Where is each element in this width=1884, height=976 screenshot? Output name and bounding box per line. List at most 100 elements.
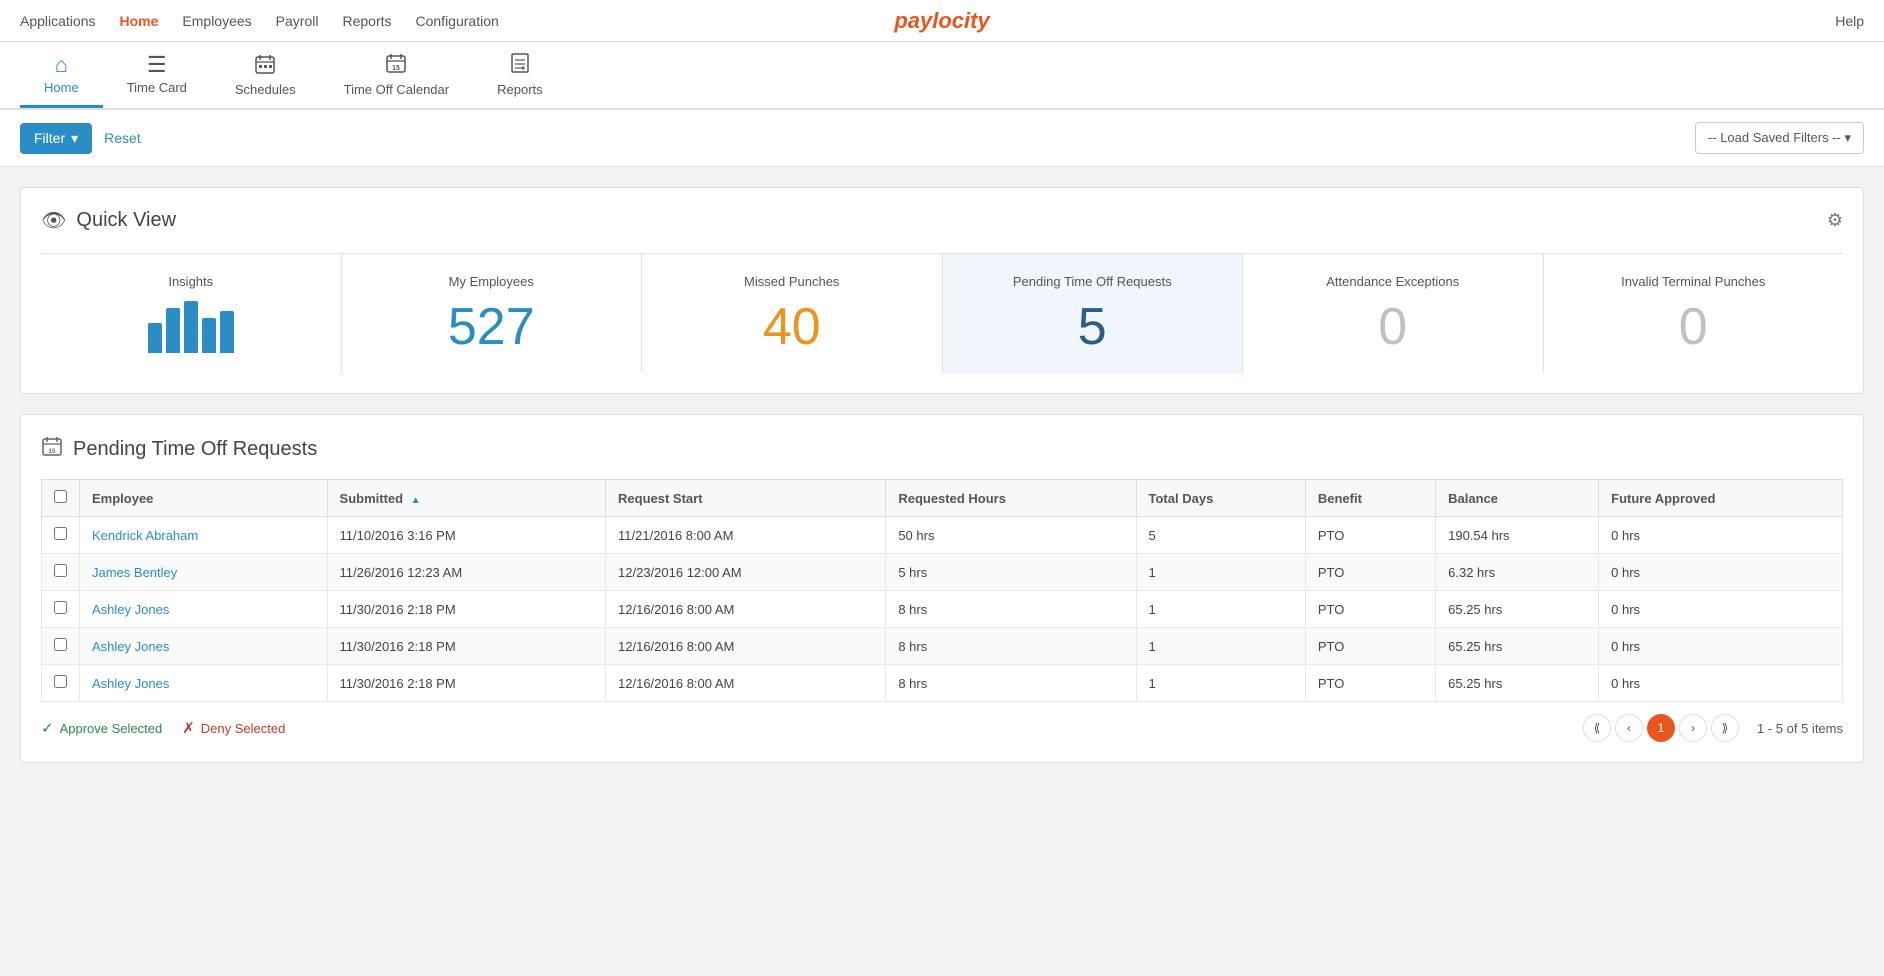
- eye-icon: 👁: [41, 208, 66, 233]
- attendance-exceptions-label: Attendance Exceptions: [1326, 274, 1459, 289]
- missed-punches-label: Missed Punches: [744, 274, 839, 289]
- header-request-start: Request Start: [606, 480, 886, 517]
- nav-applications[interactable]: Applications: [20, 3, 96, 39]
- row-benefit: PTO: [1305, 554, 1435, 591]
- logo: paylocity: [894, 8, 989, 34]
- home-icon: ⌂: [55, 54, 68, 76]
- row-future-approved: 0 hrs: [1599, 554, 1843, 591]
- metric-pending-timeoff[interactable]: Pending Time Off Requests 5: [943, 254, 1244, 373]
- row-checkbox-cell: [42, 628, 80, 665]
- row-employee: Ashley Jones: [80, 591, 328, 628]
- settings-button[interactable]: ⚙: [1827, 210, 1843, 231]
- table-footer-left: ✓ Approve Selected ✗ Deny Selected: [41, 715, 285, 741]
- pagination: ⟪ ‹ 1 › ⟫: [1583, 714, 1739, 742]
- row-checkbox-1[interactable]: [54, 564, 67, 577]
- table-row: Kendrick Abraham 11/10/2016 3:16 PM 11/2…: [42, 517, 1843, 554]
- row-checkbox-cell: [42, 554, 80, 591]
- icon-nav-time-off-calendar[interactable]: 15 Time Off Calendar: [320, 42, 474, 110]
- load-filters-button[interactable]: -- Load Saved Filters -- ▾: [1695, 122, 1864, 154]
- row-submitted: 11/26/2016 12:23 AM: [327, 554, 605, 591]
- icon-nav-time-card[interactable]: ☰ Time Card: [103, 44, 211, 108]
- row-future-approved: 0 hrs: [1599, 591, 1843, 628]
- nav-home[interactable]: Home: [120, 3, 159, 39]
- row-checkbox-4[interactable]: [54, 675, 67, 688]
- reports-icon: [509, 52, 531, 78]
- icon-nav-reports[interactable]: Reports: [473, 42, 567, 110]
- metric-attendance-exceptions[interactable]: Attendance Exceptions 0: [1243, 254, 1544, 373]
- quick-view-title-text: Quick View: [76, 209, 176, 232]
- pagination-first[interactable]: ⟪: [1583, 714, 1611, 742]
- header-requested-hours: Requested Hours: [886, 480, 1136, 517]
- approve-icon: ✓: [41, 719, 54, 737]
- row-checkbox-0[interactable]: [54, 527, 67, 540]
- sort-icon: ▲: [411, 495, 421, 506]
- bar-5: [220, 311, 234, 353]
- table-footer-right: ⟪ ‹ 1 › ⟫ 1 - 5 of 5 items: [1583, 714, 1843, 742]
- reset-button[interactable]: Reset: [104, 130, 141, 146]
- row-balance: 6.32 hrs: [1436, 554, 1599, 591]
- insights-chart: [148, 301, 234, 353]
- icon-nav-timeoff-label: Time Off Calendar: [344, 82, 450, 97]
- row-checkbox-3[interactable]: [54, 638, 67, 651]
- row-balance: 65.25 hrs: [1436, 628, 1599, 665]
- row-total-days: 1: [1136, 628, 1305, 665]
- svg-text:15: 15: [49, 449, 56, 455]
- row-employee: Ashley Jones: [80, 665, 328, 702]
- pending-requests-table: Employee Submitted ▲ Request Start Reque…: [41, 479, 1843, 702]
- filter-label: Filter: [34, 130, 65, 146]
- filter-bar-right: -- Load Saved Filters -- ▾: [1695, 122, 1864, 154]
- help-link[interactable]: Help: [1835, 13, 1864, 29]
- row-benefit: PTO: [1305, 517, 1435, 554]
- metrics-row: Insights My Employees 527 Missed Punches…: [41, 253, 1843, 373]
- row-submitted: 11/10/2016 3:16 PM: [327, 517, 605, 554]
- filter-button[interactable]: Filter ▾: [20, 123, 92, 154]
- employee-link-0[interactable]: Kendrick Abraham: [92, 528, 198, 543]
- row-balance: 65.25 hrs: [1436, 591, 1599, 628]
- deny-icon: ✗: [182, 719, 195, 737]
- pagination-next[interactable]: ›: [1679, 714, 1707, 742]
- pending-calendar-icon: 15: [41, 435, 63, 463]
- employee-link-1[interactable]: James Bentley: [92, 565, 177, 580]
- nav-employees[interactable]: Employees: [182, 3, 251, 39]
- metric-missed-punches[interactable]: Missed Punches 40: [642, 254, 943, 373]
- employee-link-4[interactable]: Ashley Jones: [92, 676, 169, 691]
- logo-text: paylocity: [894, 8, 989, 34]
- approve-selected-button[interactable]: ✓ Approve Selected: [41, 715, 162, 741]
- table-row: Ashley Jones 11/30/2016 2:18 PM 12/16/20…: [42, 591, 1843, 628]
- employee-link-3[interactable]: Ashley Jones: [92, 639, 169, 654]
- quick-view-card: 👁 Quick View ⚙ Insights My Employees: [20, 187, 1864, 394]
- deny-selected-button[interactable]: ✗ Deny Selected: [182, 715, 285, 741]
- metric-invalid-terminal[interactable]: Invalid Terminal Punches 0: [1544, 254, 1844, 373]
- row-requested-hours: 5 hrs: [886, 554, 1136, 591]
- row-checkbox-2[interactable]: [54, 601, 67, 614]
- filter-chevron-icon: ▾: [71, 130, 78, 147]
- row-submitted: 11/30/2016 2:18 PM: [327, 628, 605, 665]
- icon-nav-schedules[interactable]: Schedules: [211, 43, 320, 110]
- select-all-checkbox[interactable]: [54, 490, 67, 503]
- bar-3: [184, 301, 198, 353]
- attendance-exceptions-value: 0: [1378, 301, 1407, 353]
- header-checkbox-col: [42, 480, 80, 517]
- header-submitted[interactable]: Submitted ▲: [327, 480, 605, 517]
- invalid-terminal-label: Invalid Terminal Punches: [1621, 274, 1765, 289]
- header-benefit: Benefit: [1305, 480, 1435, 517]
- header-future-approved: Future Approved: [1599, 480, 1843, 517]
- nav-payroll[interactable]: Payroll: [276, 3, 319, 39]
- pagination-last[interactable]: ⟫: [1711, 714, 1739, 742]
- row-checkbox-cell: [42, 517, 80, 554]
- pending-requests-title-text: Pending Time Off Requests: [73, 438, 317, 461]
- row-request-start: 12/16/2016 8:00 AM: [606, 628, 886, 665]
- header-employee: Employee: [80, 480, 328, 517]
- row-request-start: 12/16/2016 8:00 AM: [606, 665, 886, 702]
- nav-configuration[interactable]: Configuration: [416, 3, 499, 39]
- icon-nav-home[interactable]: ⌂ Home: [20, 44, 103, 108]
- nav-reports[interactable]: Reports: [342, 3, 391, 39]
- table-row: Ashley Jones 11/30/2016 2:18 PM 12/16/20…: [42, 628, 1843, 665]
- quick-view-header: 👁 Quick View ⚙: [41, 208, 1843, 233]
- pagination-prev[interactable]: ‹: [1615, 714, 1643, 742]
- metric-insights[interactable]: Insights: [41, 254, 342, 373]
- pagination-page-1[interactable]: 1: [1647, 714, 1675, 742]
- deny-label: Deny Selected: [201, 721, 286, 736]
- metric-my-employees[interactable]: My Employees 527: [342, 254, 643, 373]
- employee-link-2[interactable]: Ashley Jones: [92, 602, 169, 617]
